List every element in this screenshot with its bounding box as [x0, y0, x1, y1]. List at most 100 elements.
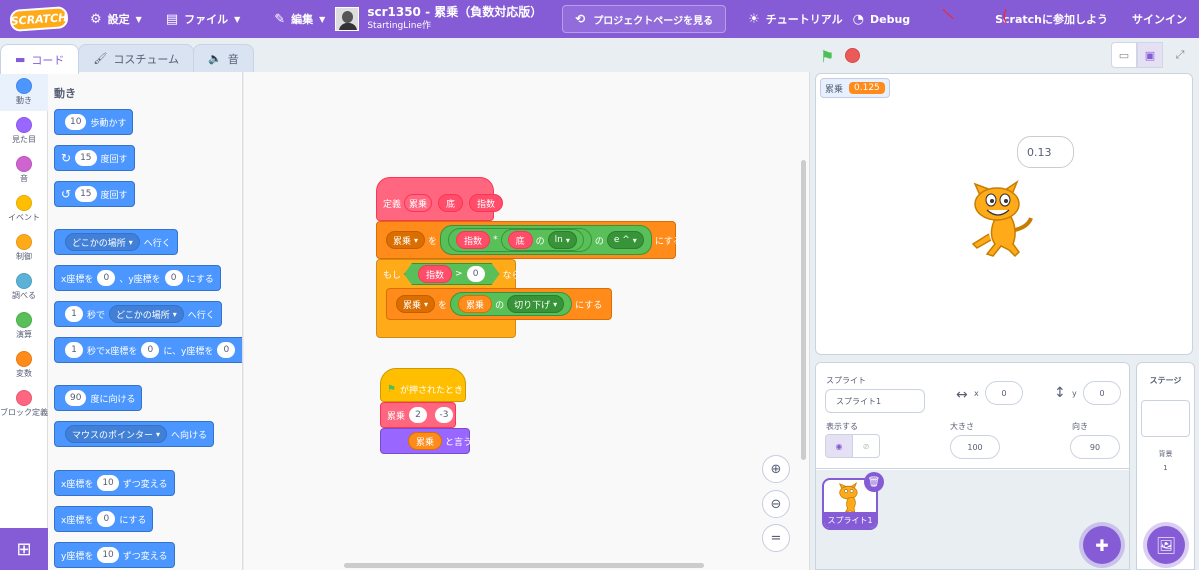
exponent-input[interactable]: -3: [435, 407, 454, 423]
debug-button[interactable]: ◔ Debug: [853, 0, 921, 38]
horizontal-scrollbar[interactable]: [344, 563, 704, 568]
goto-target-dropdown[interactable]: どこかの場所: [65, 233, 140, 251]
y-input[interactable]: 0: [164, 270, 183, 286]
project-title[interactable]: scr1350 - 累乗（負数対応版）: [367, 5, 542, 21]
y-field[interactable]: 0: [1083, 381, 1121, 405]
set-variable-block[interactable]: 累乗 を 累乗 の 切り下げ にする: [386, 288, 612, 320]
backdrop-thumbnail[interactable]: [1141, 400, 1190, 437]
cat-sprite[interactable]: [961, 174, 1041, 260]
greater-than-reporter[interactable]: 指数 > 0: [404, 263, 500, 285]
category-variables[interactable]: 変数: [0, 345, 48, 384]
choose-backdrop-button[interactable]: 🖼: [1147, 526, 1185, 564]
variable-reporter[interactable]: 累乗: [458, 295, 493, 313]
multiply-reporter[interactable]: 指数 * 底 の ln: [448, 228, 592, 252]
math-function-dropdown[interactable]: e ^: [606, 231, 644, 249]
normal-stage-button[interactable]: ▣: [1137, 42, 1163, 68]
turn-left-block[interactable]: ↺ 15 度回す: [54, 181, 135, 207]
param-exponent[interactable]: 指数: [469, 194, 504, 212]
variable-reporter[interactable]: 累乗: [408, 432, 443, 450]
tab-code[interactable]: ▬ コード: [0, 44, 80, 74]
point-direction-block[interactable]: 90 度に向ける: [54, 385, 143, 411]
param-base[interactable]: 底: [438, 194, 464, 212]
ln-reporter[interactable]: 底 の ln: [500, 229, 584, 251]
when-flag-clicked-block[interactable]: ⚑ が押されたとき: [380, 368, 466, 402]
towards-dropdown[interactable]: マウスのポインター: [65, 425, 168, 443]
scratch-logo[interactable]: SCRATCH: [9, 6, 69, 32]
glide-block[interactable]: 1 秒でどこかの場所へ行く: [54, 301, 222, 327]
see-project-page-button[interactable]: ⟲ プロジェクトページを見る: [562, 5, 727, 33]
math-function-dropdown[interactable]: ln: [547, 231, 577, 249]
category-control[interactable]: 制御: [0, 228, 48, 267]
x-input[interactable]: 0: [97, 511, 116, 527]
choose-sprite-button[interactable]: ✚: [1083, 526, 1121, 564]
dx-input[interactable]: 10: [97, 475, 119, 491]
variable-dropdown[interactable]: 累乗: [386, 231, 426, 249]
turn-right-block[interactable]: ↻ 15 度回す: [54, 145, 135, 171]
category-sensing[interactable]: 調べる: [0, 267, 48, 306]
param-base[interactable]: 底: [507, 231, 533, 249]
floor-reporter[interactable]: 累乗 の 切り下げ: [450, 292, 573, 316]
vertical-scrollbar[interactable]: [801, 160, 806, 460]
degrees-input[interactable]: 15: [75, 150, 97, 166]
category-events[interactable]: イベント: [0, 189, 48, 228]
set-x-block[interactable]: x座標を 0 にする: [54, 506, 154, 532]
base-input[interactable]: 2: [409, 407, 428, 423]
variable-monitor[interactable]: 累乗 0.125: [820, 78, 890, 98]
glide-target-dropdown[interactable]: どこかの場所: [109, 305, 184, 323]
size-field[interactable]: 100: [950, 435, 1000, 459]
define-block[interactable]: 定義 累乗 底 指数: [376, 177, 504, 221]
degrees-input[interactable]: 15: [75, 186, 97, 202]
if-block[interactable]: もし 指数 > 0 なら: [376, 259, 521, 289]
glide-xy-block[interactable]: 1 秒でx座標を 0 に、y座標を 0: [54, 337, 242, 363]
direction-input[interactable]: 90: [65, 390, 87, 406]
param-exponent[interactable]: 指数: [418, 265, 452, 283]
sprite-name-field[interactable]: スプライト1: [825, 389, 925, 413]
compare-input[interactable]: 0: [467, 266, 485, 282]
direction-field[interactable]: 90: [1070, 435, 1120, 459]
stage-canvas[interactable]: 累乗 0.125 0.13: [815, 73, 1193, 355]
script-area[interactable]: 定義 累乗 底 指数 累乗 を 指数 * 底 の ln の e ^ にする もし…: [244, 72, 810, 570]
change-x-block[interactable]: x座標を 10 ずつ変える: [54, 470, 175, 496]
y-input[interactable]: 0: [217, 342, 236, 358]
sign-in-link[interactable]: サインイン: [1122, 0, 1199, 38]
tab-costumes[interactable]: 🖌 コスチューム: [78, 44, 195, 72]
seconds-input[interactable]: 1: [65, 342, 83, 358]
hide-button[interactable]: ⊘: [852, 434, 880, 458]
zoom-in-button[interactable]: ⊕: [762, 455, 790, 483]
x-input[interactable]: 0: [97, 270, 116, 286]
set-variable-block[interactable]: 累乗 を 指数 * 底 の ln の e ^ にする: [376, 221, 682, 259]
zoom-reset-button[interactable]: =: [762, 524, 790, 552]
fullscreen-button[interactable]: ⤢: [1167, 42, 1193, 68]
edit-menu[interactable]: ✎ 編集 ▼: [264, 0, 335, 38]
param-exponent[interactable]: 指数: [456, 231, 491, 249]
x-input[interactable]: 0: [141, 342, 160, 358]
point-towards-block[interactable]: マウスのポインターへ向ける: [54, 421, 215, 447]
add-extension-button[interactable]: ⊞: [0, 528, 48, 570]
seconds-input[interactable]: 1: [65, 306, 83, 322]
small-stage-button[interactable]: ▭: [1111, 42, 1137, 68]
tab-sounds[interactable]: 🔈 音: [193, 44, 254, 72]
math-function-dropdown[interactable]: 切り下げ: [507, 295, 565, 313]
project-author[interactable]: StartingLine作: [367, 21, 542, 33]
tutorials-button[interactable]: ☀ チュートリアル: [738, 0, 853, 38]
say-block[interactable]: 累乗 と言う: [380, 428, 472, 454]
steps-input[interactable]: 10: [65, 114, 87, 130]
goto-block[interactable]: どこかの場所へ行く: [54, 229, 178, 255]
file-menu[interactable]: ▤ ファイル ▼: [156, 0, 250, 38]
green-flag-button[interactable]: ⚑: [820, 47, 834, 66]
move-steps-block[interactable]: 10 歩動かす: [54, 109, 134, 135]
delete-sprite-button[interactable]: 🗑: [864, 472, 884, 492]
goto-xy-block[interactable]: x座標を 0 、y座標を 0 にする: [54, 265, 221, 291]
category-my-blocks[interactable]: ブロック定義: [0, 384, 48, 423]
category-motion[interactable]: 動き: [0, 72, 48, 111]
exp-reporter[interactable]: 指数 * 底 の ln の e ^: [440, 225, 652, 255]
settings-menu[interactable]: ⚙ 設定 ▼: [80, 0, 152, 38]
stop-button[interactable]: [845, 48, 860, 63]
category-sound[interactable]: 音: [0, 150, 48, 189]
x-field[interactable]: 0: [985, 381, 1023, 405]
zoom-out-button[interactable]: ⊖: [762, 490, 790, 518]
category-looks[interactable]: 見た目: [0, 111, 48, 150]
dy-input[interactable]: 10: [97, 547, 119, 563]
variable-dropdown[interactable]: 累乗: [396, 295, 436, 313]
stage-selector-panel[interactable]: ステージ 背景 1 🖼: [1136, 362, 1195, 570]
